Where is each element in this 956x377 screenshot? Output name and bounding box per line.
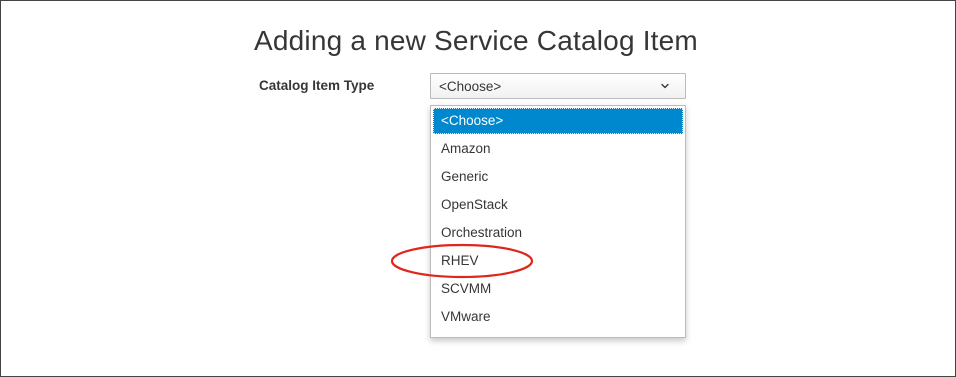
option-amazon[interactable]: Amazon [433, 136, 683, 162]
option-vmware[interactable]: VMware [433, 304, 683, 330]
page-frame: Adding a new Service Catalog Item Catalo… [0, 0, 956, 377]
option-openstack[interactable]: OpenStack [433, 192, 683, 218]
option-scvmm[interactable]: SCVMM [433, 276, 683, 302]
option-generic[interactable]: Generic [433, 164, 683, 190]
option-rhev[interactable]: RHEV [433, 248, 683, 274]
page-title: Adding a new Service Catalog Item [254, 25, 698, 56]
option-orchestration[interactable]: Orchestration [433, 220, 683, 246]
select-current-value: <Choose> [439, 79, 502, 94]
catalog-item-type-dropdown: <Choose> Amazon Generic OpenStack Orches… [430, 105, 686, 338]
catalog-item-type-label: Catalog Item Type [259, 78, 375, 93]
chevron-down-icon [661, 83, 669, 89]
catalog-item-type-select[interactable]: <Choose> [430, 73, 686, 99]
option-choose[interactable]: <Choose> [433, 108, 683, 134]
